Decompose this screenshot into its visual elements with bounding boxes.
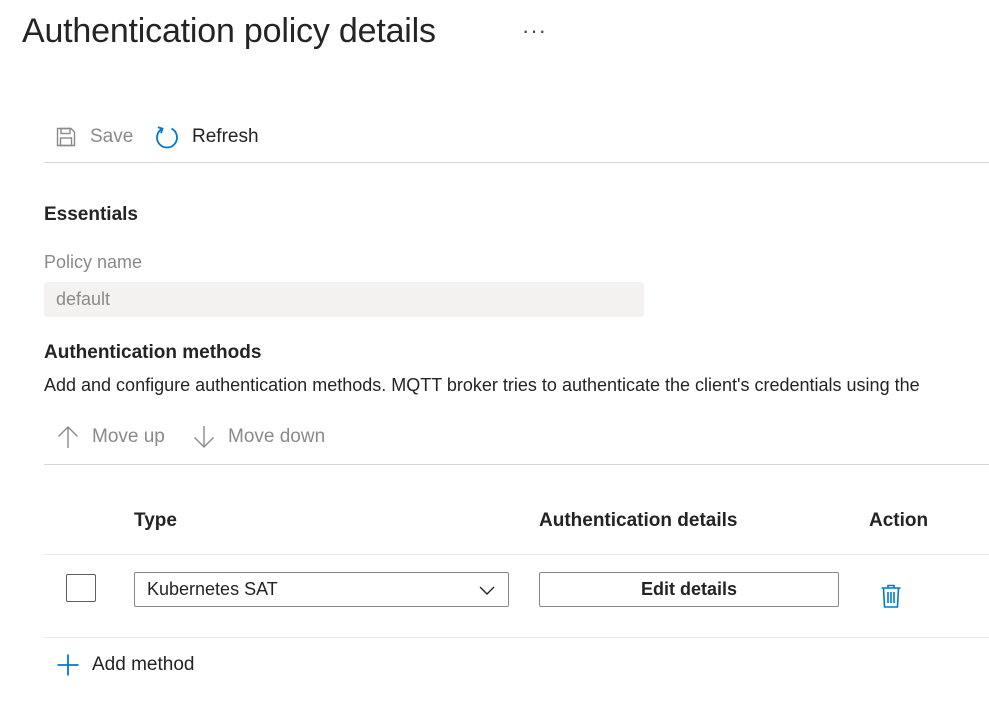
policy-name-field — [44, 282, 644, 317]
page: Authentication policy details ··· Save R… — [0, 0, 989, 708]
page-title: Authentication policy details — [22, 12, 436, 50]
add-method-label: Add method — [92, 654, 195, 675]
save-button[interactable]: Save — [54, 122, 133, 152]
essentials-heading: Essentials — [44, 204, 138, 225]
column-header-type: Type — [134, 510, 177, 531]
add-method-button[interactable]: Add method — [56, 650, 194, 680]
toolbar: Save Refresh — [44, 118, 989, 163]
auth-methods-heading: Authentication methods — [44, 342, 262, 363]
move-up-button[interactable]: Move up — [56, 422, 165, 452]
refresh-icon — [154, 124, 180, 150]
move-toolbar: Move up Move down — [44, 420, 989, 465]
arrow-down-icon — [192, 424, 216, 450]
more-icon[interactable]: ··· — [522, 18, 547, 44]
chevron-down-icon — [478, 582, 496, 598]
move-up-label: Move up — [92, 426, 165, 447]
refresh-label: Refresh — [192, 126, 259, 147]
save-label: Save — [90, 126, 134, 147]
column-header-action: Action — [869, 510, 929, 531]
move-down-button[interactable]: Move down — [192, 422, 325, 452]
plus-icon — [56, 653, 80, 677]
auth-methods-description: Add and configure authentication methods… — [44, 375, 920, 395]
move-down-label: Move down — [228, 426, 326, 447]
trash-icon[interactable] — [880, 583, 902, 609]
policy-name-label: Policy name — [44, 252, 143, 272]
column-header-auth-details: Authentication details — [539, 510, 738, 531]
type-dropdown[interactable]: Kubernetes SAT — [134, 572, 509, 607]
refresh-button[interactable]: Refresh — [154, 122, 259, 152]
row-checkbox[interactable] — [66, 574, 96, 602]
edit-details-button[interactable]: Edit details — [539, 572, 839, 607]
table-row: Kubernetes SAT Edit details — [44, 554, 989, 638]
save-icon — [54, 125, 78, 149]
arrow-up-icon — [56, 424, 80, 450]
type-dropdown-value: Kubernetes SAT — [147, 579, 278, 599]
